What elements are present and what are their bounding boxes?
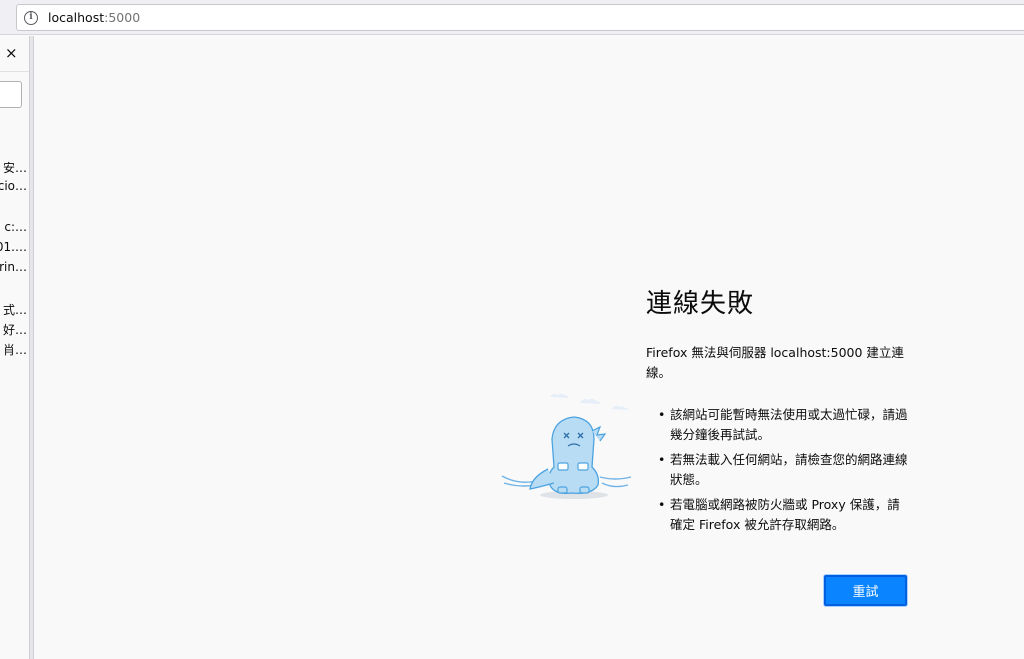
url-text[interactable]: localhost:5000 bbox=[48, 10, 140, 25]
list-item: 該網站可能暫時無法使用或太過忙碌，請過幾分鐘後再試試。 bbox=[658, 405, 908, 445]
url-bar[interactable]: i localhost:5000 bbox=[16, 4, 1024, 31]
sidebar-item[interactable]: 安… bbox=[0, 157, 29, 177]
sidebar-item[interactable]: 01.… bbox=[0, 238, 29, 258]
sidebar-header: × bbox=[0, 36, 29, 72]
sidebar: × 安… cio… c:… 01.… rin… 式… 好… 肖… bbox=[0, 36, 29, 659]
error-page: 連線失敗 Firefox 無法與伺服器 localhost:5000 建立連線。… bbox=[34, 36, 1024, 659]
retry-button[interactable]: 重試 bbox=[824, 575, 907, 606]
sidebar-search-input[interactable] bbox=[0, 81, 22, 108]
sidebar-item[interactable]: 式… bbox=[0, 299, 29, 319]
sidebar-item-label: 安… bbox=[2, 161, 27, 175]
info-icon[interactable]: i bbox=[24, 10, 38, 25]
disconnected-dino-illustration bbox=[501, 393, 632, 499]
list-item: 若無法載入任何網站，請檢查您的網路連線狀態。 bbox=[658, 450, 908, 490]
sidebar-item[interactable]: 好… bbox=[0, 319, 29, 339]
sidebar-item[interactable]: rin… bbox=[0, 258, 29, 278]
sidebar-item-label: 肖… bbox=[2, 343, 27, 357]
error-suggestions: 該網站可能暫時無法使用或太過忙碌，請過幾分鐘後再試試。 若無法載入任何網站，請檢… bbox=[658, 405, 908, 540]
error-description: Firefox 無法與伺服器 localhost:5000 建立連線。 bbox=[646, 345, 904, 380]
page-title: 連線失敗 bbox=[646, 289, 755, 319]
url-host: localhost bbox=[48, 10, 105, 25]
sidebar-item[interactable]: cio… bbox=[0, 177, 29, 197]
sidebar-item-label: c:… bbox=[4, 220, 27, 234]
close-icon[interactable]: × bbox=[5, 45, 18, 61]
sidebar-item-label: cio… bbox=[0, 179, 27, 193]
sidebar-item-label: rin… bbox=[0, 260, 27, 274]
sidebar-item-label: 好… bbox=[2, 323, 27, 337]
list-item: 若電腦或網路被防火牆或 Proxy 保護，請確定 Firefox 被允許存取網路… bbox=[658, 495, 908, 535]
url-port: :5000 bbox=[104, 10, 141, 25]
toolbar: i localhost:5000 bbox=[0, 0, 1024, 35]
sidebar-item-label: 式… bbox=[2, 303, 27, 317]
sidebar-item[interactable]: 肖… bbox=[0, 339, 29, 359]
sidebar-item-label: 01.… bbox=[0, 240, 27, 254]
sidebar-item[interactable]: c:… bbox=[0, 218, 29, 238]
